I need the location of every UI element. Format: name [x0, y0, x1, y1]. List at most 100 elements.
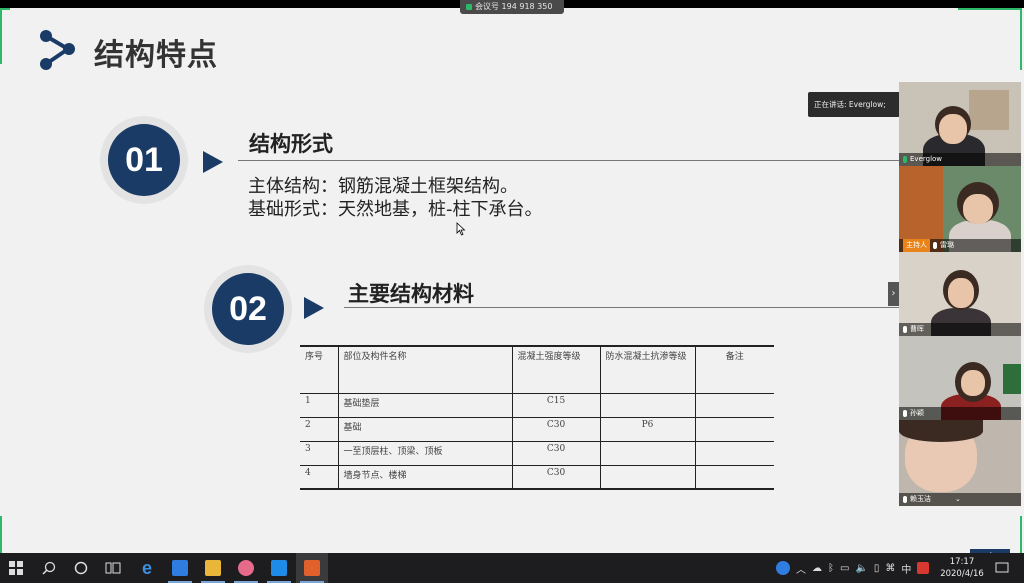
corner-bracket — [958, 8, 1022, 10]
table-cell — [694, 440, 774, 465]
pink-app-icon[interactable] — [230, 553, 262, 583]
table-cell — [599, 392, 695, 417]
host-badge: 主持人 — [903, 239, 930, 252]
table-cell: 基础垫层 — [337, 392, 512, 417]
participant-name-bar: 赖玉洁 ⌄ — [899, 493, 1021, 506]
participant-tile[interactable]: 孙颖 — [899, 336, 1021, 420]
table-cell — [599, 464, 695, 490]
arrow-right-icon — [304, 297, 324, 319]
table-row: 2 基础 C30 P6 — [300, 416, 774, 441]
battery-icon[interactable]: ▯ — [874, 563, 880, 574]
microphone-icon — [903, 325, 907, 333]
microphone-icon — [933, 241, 937, 249]
table-cell: P6 — [599, 416, 695, 441]
table-cell: 2 — [300, 416, 338, 441]
participant-name-bar: 主持人 雷璐 — [899, 239, 1021, 252]
participant-tile[interactable]: 曹晖 — [899, 252, 1021, 336]
task-view-icon[interactable] — [97, 553, 129, 583]
search-icon[interactable] — [33, 553, 65, 583]
slide-title: 结构特点 — [94, 38, 218, 73]
collapse-panel-button[interactable]: › — [888, 282, 899, 306]
table-cell: C15 — [511, 392, 600, 417]
table-header-cell: 序号 — [300, 345, 338, 393]
table-header-row: 序号 部位及构件名称 混凝土强度等级 防水混凝土抗渗等级 备注 — [300, 345, 774, 393]
cloud-icon[interactable]: ☁ — [812, 563, 822, 574]
microphone-icon — [903, 155, 907, 163]
table-cell: 基础 — [337, 416, 512, 441]
presentation-slide: 结构特点 01 结构形式 主体结构：钢筋混凝土框架结构。 基础形式：天然地基，桩… — [0, 8, 1024, 553]
mouse-cursor-icon — [456, 222, 466, 236]
table-cell: C30 — [511, 416, 600, 441]
section-number-badge: 01 — [100, 116, 188, 204]
table-cell: C30 — [511, 440, 600, 465]
edge-icon[interactable]: e — [131, 553, 163, 583]
table-header-cell: 部位及构件名称 — [337, 345, 512, 393]
table-cell — [694, 416, 774, 441]
ime-indicator[interactable]: 中 — [901, 561, 911, 576]
bluetooth-icon[interactable]: ᛒ — [828, 563, 834, 574]
section-number: 01 — [108, 124, 180, 196]
table-cell — [694, 392, 774, 417]
chevron-up-icon[interactable]: ︿ — [796, 561, 806, 576]
section-divider — [238, 160, 900, 161]
participant-name: 雷璐 — [940, 241, 954, 249]
table-row: 1 基础垫层 C15 — [300, 392, 774, 417]
table-cell — [599, 440, 695, 465]
table-cell — [694, 464, 774, 490]
corner-bracket — [0, 516, 2, 553]
participant-name-bar: 曹晖 — [899, 323, 1021, 336]
participant-tile[interactable]: Everglow — [899, 82, 1021, 166]
windows-start-icon[interactable] — [0, 553, 32, 583]
table-cell: 4 — [300, 464, 338, 490]
chat-icon[interactable]: ▭ — [840, 563, 849, 574]
meeting-id-bar[interactable]: 会议号 194 918 350 — [460, 0, 564, 14]
participant-name-bar: 孙颖 — [899, 407, 1021, 420]
body-line: 基础形式：天然地基，桩-柱下承台。 — [248, 199, 543, 220]
corner-bracket — [0, 8, 10, 10]
section-divider — [344, 307, 900, 308]
table-row: 3 一至顶层柱、顶梁、顶板 C30 — [300, 440, 774, 465]
clock-time: 17:17 — [949, 557, 975, 567]
microphone-icon — [903, 409, 907, 417]
section-number: 02 — [212, 273, 284, 345]
tencent-meeting-icon[interactable] — [164, 553, 196, 583]
speaking-indicator: 正在讲话: Everglow; — [808, 92, 900, 117]
section-heading: 结构形式 — [249, 132, 333, 156]
corner-bracket — [1020, 8, 1022, 70]
system-tray: ︿ ☁ ᛒ ▭ 🔈 ▯ ⌘ 中 — [776, 553, 936, 583]
clock-date: 2020/4/16 — [940, 569, 984, 579]
lock-icon — [466, 3, 472, 10]
network-icon[interactable]: ⌘ — [885, 563, 895, 574]
table-header-cell: 混凝土强度等级 — [511, 345, 600, 393]
chevron-down-icon[interactable]: ⌄ — [955, 493, 961, 506]
meeting-app-icon[interactable] — [263, 553, 295, 583]
powerpoint-icon[interactable] — [296, 553, 328, 583]
meeting-id-label: 会议号 194 918 350 — [475, 2, 553, 11]
participant-name: 赖玉洁 — [910, 495, 931, 503]
section-heading: 主要结构材料 — [348, 282, 474, 306]
cortana-icon[interactable] — [65, 553, 97, 583]
section-number-badge: 02 — [204, 265, 292, 353]
system-clock[interactable]: 17:17 2020/4/16 — [940, 556, 984, 580]
sogou-icon[interactable] — [917, 562, 930, 574]
corner-bracket — [1020, 516, 1022, 553]
corner-bracket — [0, 8, 2, 64]
video-panel: Everglow 主持人 雷璐 曹晖 孙颖 赖玉洁 ⌄ — [899, 82, 1021, 506]
table-cell: C30 — [511, 464, 600, 490]
table-header-cell: 防水混凝土抗渗等级 — [599, 345, 695, 393]
participant-name-bar: Everglow — [899, 153, 1021, 166]
taskbar: e ︿ ☁ ᛒ ▭ 🔈 ▯ ⌘ 中 17:17 2020/4/16 — [0, 553, 1024, 583]
arrow-right-icon — [203, 151, 223, 173]
file-explorer-icon[interactable] — [197, 553, 229, 583]
table-cell: 3 — [300, 440, 338, 465]
share-nodes-icon — [40, 30, 75, 70]
help-icon[interactable] — [776, 561, 790, 575]
table-row: 4 墙身节点、楼梯 C30 — [300, 464, 774, 490]
volume-icon[interactable]: 🔈 — [855, 563, 867, 574]
participant-tile[interactable]: 主持人 雷璐 — [899, 166, 1021, 252]
participant-tile[interactable]: 赖玉洁 ⌄ — [899, 420, 1021, 506]
materials-table: 序号 部位及构件名称 混凝土强度等级 防水混凝土抗渗等级 备注 1 基础垫层 C… — [300, 345, 774, 490]
microphone-icon — [903, 495, 907, 503]
participant-name: 曹晖 — [910, 325, 924, 333]
notification-icon[interactable] — [986, 553, 1018, 583]
